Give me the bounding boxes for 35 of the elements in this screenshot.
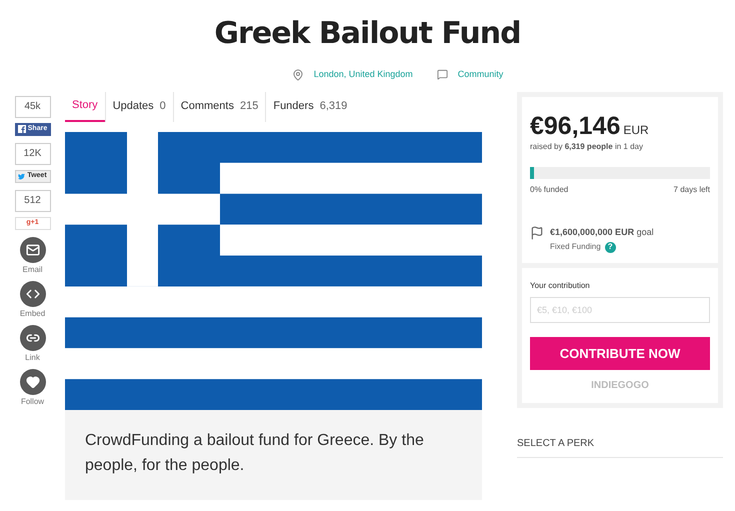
time-left: 7 days left <box>674 184 710 196</box>
link-icon[interactable] <box>20 324 46 350</box>
raised-amount: €96,146 <box>530 110 620 140</box>
help-icon[interactable]: ? <box>604 242 616 252</box>
facebook-logo-icon <box>18 125 26 133</box>
bird-icon <box>18 172 26 180</box>
brand-logo: INDIEGOGO <box>591 379 649 393</box>
funding-type: Fixed Funding <box>550 241 601 253</box>
contribute-button[interactable]: CONTRIBUTE NOW <box>530 337 710 370</box>
goal-text: €1,600,000,000 EUR goal <box>550 226 654 239</box>
share-count: 45k <box>14 96 50 118</box>
contribution-label: Your contribution <box>530 280 591 292</box>
campaign-title: Greek Bailout Fund <box>214 15 521 53</box>
share-count: 512 <box>14 190 50 212</box>
meta-link[interactable]: Community <box>458 68 504 82</box>
tab[interactable]: Story <box>65 92 105 122</box>
campaign-description: CrowdFunding a bailout fund for Greece. By the people, for the people. <box>85 430 425 476</box>
flag-icon <box>530 226 544 240</box>
comment-icon <box>436 69 448 80</box>
mail-icon[interactable] <box>20 236 46 262</box>
share-label: Embed <box>20 310 46 318</box>
share-label: Link <box>25 354 40 362</box>
code-icon[interactable] <box>20 280 46 306</box>
currency-label: EUR <box>623 122 649 138</box>
meta-link[interactable]: London, United Kingdom <box>314 68 413 82</box>
tab[interactable]: Comments 215 <box>172 92 266 122</box>
tab[interactable]: Updates 0 <box>104 92 173 122</box>
share-label: Follow <box>20 398 44 406</box>
perk-heading: SELECT A PERK <box>517 438 594 449</box>
location-icon <box>292 68 304 81</box>
raised-summary: raised by 6,319 people in 1 day <box>530 140 644 152</box>
funded-percent: 0% funded <box>530 184 568 196</box>
tab[interactable]: Funders 6,319 <box>265 92 354 122</box>
share-label: Email <box>22 266 42 274</box>
share-count: 12K <box>14 142 50 164</box>
